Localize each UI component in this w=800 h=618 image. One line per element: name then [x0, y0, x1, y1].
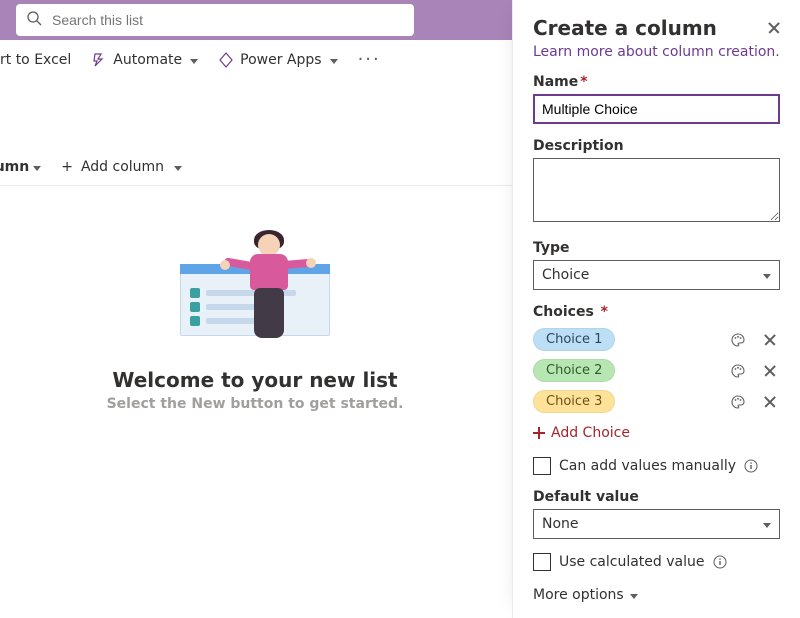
more-options-toggle[interactable]: More options — [533, 587, 638, 603]
empty-state: Welcome to your new list Select the New … — [0, 230, 510, 412]
chevron-down-icon — [763, 516, 771, 532]
column-header-label: Column — [0, 159, 29, 175]
plus-icon — [533, 427, 545, 439]
search-box[interactable] — [16, 4, 414, 36]
remove-choice-button[interactable] — [760, 361, 780, 381]
type-select[interactable]: Choice — [533, 260, 780, 290]
type-label: Type — [533, 240, 780, 256]
choice-pill[interactable]: Choice 3 — [533, 390, 615, 413]
name-field: Name* — [533, 74, 780, 124]
use-calculated-row: Use calculated value — [533, 553, 780, 571]
default-value-label: Default value — [533, 489, 780, 505]
automate-label: Automate — [113, 52, 182, 68]
chevron-down-icon — [763, 267, 771, 283]
choice-row: Choice 2 — [533, 359, 780, 382]
create-column-panel: Create a column Learn more about column … — [512, 0, 800, 618]
description-field: Description — [533, 138, 780, 226]
search-icon — [26, 10, 42, 30]
column-header-column[interactable]: Column — [0, 151, 51, 183]
plus-icon: + — [61, 159, 73, 175]
chevron-down-icon — [630, 587, 638, 603]
remove-choice-button[interactable] — [760, 392, 780, 412]
powerapps-icon — [218, 52, 234, 68]
close-icon — [763, 364, 777, 378]
search-input[interactable] — [50, 11, 410, 29]
name-label: Name* — [533, 74, 780, 90]
name-input[interactable] — [533, 94, 780, 124]
add-column-label: Add column — [81, 159, 164, 175]
description-label: Description — [533, 138, 780, 154]
empty-illustration — [180, 230, 330, 360]
close-icon — [767, 21, 781, 35]
add-choice-button[interactable]: Add Choice — [533, 425, 630, 441]
powerapps-button[interactable]: Power Apps — [210, 44, 345, 76]
default-value: None — [542, 516, 579, 532]
chevron-down-icon — [174, 159, 182, 175]
add-column-button[interactable]: + Add column — [51, 151, 192, 183]
choice-row: Choice 1 — [533, 328, 780, 351]
can-add-values-checkbox[interactable] — [533, 457, 551, 475]
palette-icon[interactable] — [728, 392, 748, 412]
can-add-values-label: Can add values manually — [559, 458, 736, 474]
add-choice-label: Add Choice — [551, 425, 630, 441]
powerapps-label: Power Apps — [240, 52, 321, 68]
choices-field: Choices * Choice 1 Choice 2 Choice 3 Add C… — [533, 304, 780, 443]
more-options-label: More options — [533, 587, 624, 603]
default-value-field: Default value None — [533, 489, 780, 539]
export-label: rt to Excel — [0, 52, 71, 68]
palette-icon[interactable] — [728, 330, 748, 350]
chevron-down-icon — [33, 159, 41, 175]
default-value-select[interactable]: None — [533, 509, 780, 539]
use-calculated-label: Use calculated value — [559, 554, 705, 570]
description-input[interactable] — [533, 158, 780, 222]
choice-pill[interactable]: Choice 2 — [533, 359, 615, 382]
more-commands-button[interactable]: ··· — [350, 49, 389, 70]
close-panel-button[interactable] — [762, 16, 786, 40]
chevron-down-icon — [190, 52, 198, 68]
choice-pill[interactable]: Choice 1 — [533, 328, 615, 351]
use-calculated-checkbox[interactable] — [533, 553, 551, 571]
flow-icon — [91, 52, 107, 68]
info-icon[interactable] — [744, 459, 758, 473]
type-field: Type Choice — [533, 240, 780, 290]
empty-title: Welcome to your new list — [112, 368, 397, 392]
automate-button[interactable]: Automate — [83, 44, 206, 76]
chevron-down-icon — [330, 52, 338, 68]
palette-icon[interactable] — [728, 361, 748, 381]
can-add-values-row: Can add values manually — [533, 457, 780, 475]
empty-subtitle: Select the New button to get started. — [107, 396, 404, 412]
remove-choice-button[interactable] — [760, 330, 780, 350]
choice-row: Choice 3 — [533, 390, 780, 413]
type-value: Choice — [542, 267, 589, 283]
choices-label: Choices * — [533, 304, 780, 320]
learn-more-link[interactable]: Learn more about column creation. — [533, 44, 780, 60]
close-icon — [763, 333, 777, 347]
export-to-excel-button[interactable]: rt to Excel — [0, 44, 79, 76]
close-icon — [763, 395, 777, 409]
info-icon[interactable] — [713, 555, 727, 569]
panel-title: Create a column — [533, 16, 780, 40]
